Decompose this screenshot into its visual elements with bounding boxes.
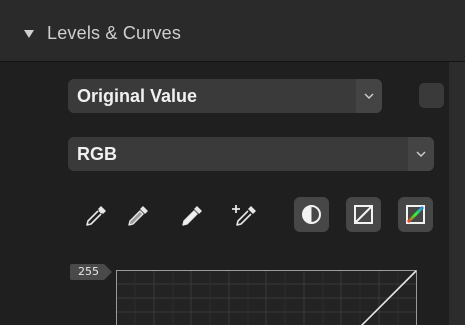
- contrast-icon: [302, 205, 321, 224]
- eyedropper-icon: [86, 206, 106, 226]
- eyedropper-white-icon: [182, 206, 202, 226]
- black-point-picker-button[interactable]: [80, 198, 114, 232]
- add-point-picker-button[interactable]: [228, 198, 262, 232]
- eyedropper-gray-icon: [128, 206, 148, 226]
- curve-linear-icon: [354, 205, 373, 224]
- white-point-picker-button[interactable]: [176, 198, 210, 232]
- max-value-label: 255: [78, 265, 99, 278]
- panel-title: Levels & Curves: [47, 23, 182, 43]
- channel-select[interactable]: RGB: [68, 137, 434, 171]
- chevron-down-icon: [364, 93, 374, 99]
- max-value-badge: 255: [70, 264, 112, 280]
- channel-select-value: RGB: [77, 144, 117, 164]
- mode-checkbox[interactable]: [419, 83, 444, 108]
- curve-graph[interactable]: [116, 270, 417, 325]
- contrast-button[interactable]: [294, 197, 329, 232]
- gray-point-picker-button[interactable]: [122, 198, 156, 232]
- mode-select[interactable]: Original Value: [68, 79, 382, 113]
- panel-header[interactable]: Levels & Curves: [0, 0, 465, 62]
- triangle-down-icon[interactable]: [22, 27, 36, 41]
- mode-select-dropdown[interactable]: [356, 79, 382, 113]
- color-curve-button[interactable]: [398, 197, 433, 232]
- channel-select-dropdown[interactable]: [408, 137, 434, 171]
- panel-scroll-edge: [449, 62, 465, 325]
- mode-select-value: Original Value: [77, 86, 198, 106]
- eyedropper-plus-icon: [232, 205, 256, 226]
- linear-curve-button[interactable]: [346, 197, 381, 232]
- chevron-down-icon: [416, 151, 426, 157]
- curve-color-icon: [406, 205, 425, 224]
- levels-curves-panel: Levels & Curves Original Value RGB 255: [0, 0, 465, 325]
